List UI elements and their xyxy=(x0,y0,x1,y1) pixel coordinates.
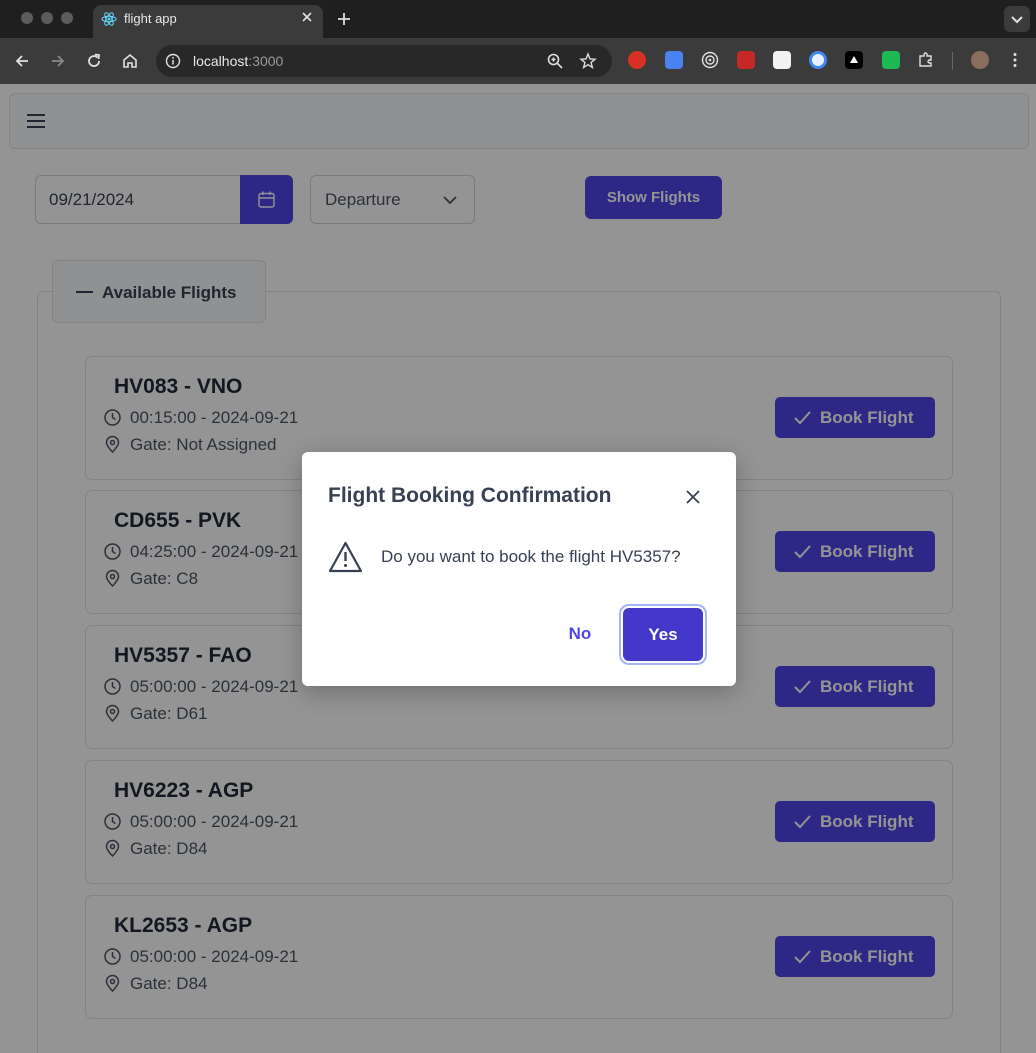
extension-target-icon[interactable] xyxy=(701,51,719,69)
browser-tab[interactable]: flight app xyxy=(93,5,323,38)
extension-t-icon[interactable] xyxy=(628,51,646,69)
extension-translate-icon[interactable] xyxy=(665,51,683,69)
page-viewport: 09/21/2024 Departure Show Flights Availa… xyxy=(0,84,1036,1053)
warning-triangle-icon xyxy=(328,541,363,573)
browser-tab-strip: flight app xyxy=(0,0,1036,38)
window-minimize-dot[interactable] xyxy=(41,12,53,24)
url-text: localhost:3000 xyxy=(193,53,283,69)
site-info-icon[interactable] xyxy=(165,53,181,69)
url-host: localhost xyxy=(193,53,249,69)
new-tab-icon[interactable] xyxy=(335,10,353,28)
home-icon[interactable] xyxy=(120,51,140,71)
booking-confirmation-dialog: Flight Booking Confirmation Do you want … xyxy=(302,452,736,686)
tab-title: flight app xyxy=(124,11,177,26)
zoom-icon[interactable] xyxy=(546,52,564,70)
browser-toolbar: localhost:3000 xyxy=(0,38,1036,84)
toolbar-separator xyxy=(952,52,953,70)
extension-circle-icon[interactable] xyxy=(809,51,827,69)
profile-avatar[interactable] xyxy=(971,51,989,69)
close-icon[interactable] xyxy=(683,487,703,507)
window-close-dot[interactable] xyxy=(21,12,33,24)
tab-search-button[interactable] xyxy=(1004,6,1030,32)
no-button[interactable]: No xyxy=(558,614,602,654)
back-icon[interactable] xyxy=(12,51,32,71)
extension-on-icon[interactable] xyxy=(882,51,900,69)
extensions-puzzle-icon[interactable] xyxy=(917,51,935,69)
bookmark-star-icon[interactable] xyxy=(579,52,597,70)
url-port: :3000 xyxy=(248,53,284,69)
window-zoom-dot[interactable] xyxy=(61,12,73,24)
yes-button[interactable]: Yes xyxy=(623,608,703,661)
reload-icon[interactable] xyxy=(84,51,104,71)
react-logo-icon xyxy=(101,12,117,26)
tab-close-icon[interactable] xyxy=(299,9,315,25)
forward-icon[interactable] xyxy=(48,51,68,71)
extension-bug-icon[interactable] xyxy=(737,51,755,69)
chevron-down-icon xyxy=(1011,16,1023,24)
extension-triangle-icon[interactable] xyxy=(845,51,863,69)
extension-cube-icon[interactable] xyxy=(773,51,791,69)
dialog-message: Do you want to book the flight HV5357? xyxy=(381,547,681,566)
address-bar[interactable]: localhost:3000 xyxy=(156,45,612,77)
dialog-title: Flight Booking Confirmation xyxy=(328,484,612,507)
browser-menu-icon[interactable] xyxy=(1006,51,1024,69)
